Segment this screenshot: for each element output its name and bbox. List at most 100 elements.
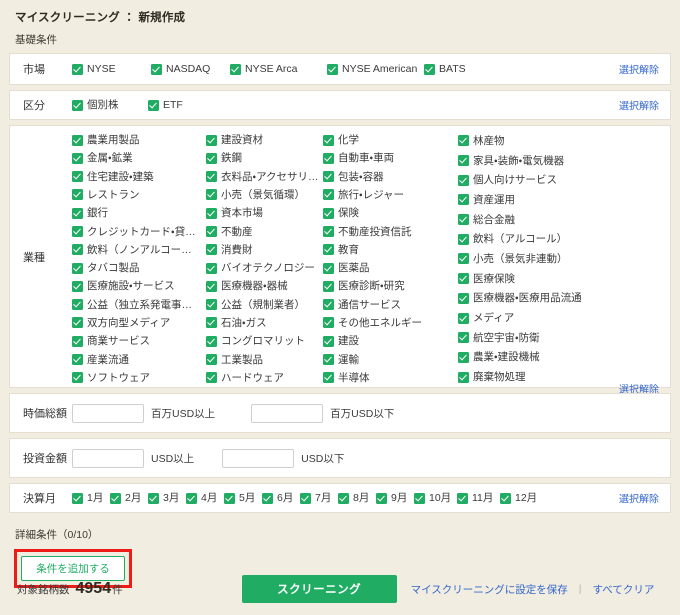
checkbox-fiscal-month-12[interactable]: 12月: [500, 492, 543, 504]
checkbox-label: 鉄鋼: [221, 152, 242, 165]
checkbox-industry[interactable]: 旅行・レジャー: [323, 186, 458, 204]
checkbox-industry[interactable]: 農業・建設機械: [458, 348, 608, 368]
checkbox-fiscal-month-3[interactable]: 3月: [148, 492, 186, 504]
checkbox-market-bats[interactable]: BATS: [424, 63, 503, 75]
checkmark-icon: [206, 134, 217, 146]
checkbox-market-nyse-american[interactable]: NYSE American: [327, 63, 424, 75]
checkbox-label: 総合金融: [473, 213, 515, 226]
checkbox-industry[interactable]: 産業流通: [72, 350, 206, 368]
checkbox-label: 不動産投資信託: [338, 225, 412, 238]
checkbox-industry[interactable]: 工業製品: [206, 350, 323, 368]
checkbox-market-nasdaq[interactable]: NASDAQ: [151, 63, 230, 75]
checkbox-fiscal-month-5[interactable]: 5月: [224, 492, 262, 504]
checkbox-industry[interactable]: 総合金融: [458, 210, 608, 230]
checkbox-industry[interactable]: 消費財: [206, 241, 323, 259]
checkbox-industry[interactable]: 半導体: [323, 369, 458, 387]
checkbox-industry[interactable]: 教育: [323, 241, 458, 259]
checkbox-industry[interactable]: 双方向型メディア: [72, 314, 206, 332]
checkbox-industry[interactable]: メディア: [458, 308, 608, 328]
checkbox-industry[interactable]: ハードウェア: [206, 369, 323, 387]
checkmark-icon: [72, 171, 83, 183]
checkbox-industry[interactable]: 医療機器・医療用品流通: [458, 289, 608, 309]
checkbox-industry[interactable]: 医薬品: [323, 259, 458, 277]
checkbox-industry[interactable]: 運輸: [323, 350, 458, 368]
market-clear-selection-link[interactable]: 選択解除: [619, 62, 659, 77]
checkbox-industry[interactable]: 商業サービス: [72, 332, 206, 350]
checkbox-industry[interactable]: 住宅建設・建築: [72, 168, 206, 186]
checkbox-industry[interactable]: 包装・容器: [323, 168, 458, 186]
checkbox-label: 農業用製品: [87, 134, 140, 147]
checkbox-label: 12月: [515, 492, 538, 504]
checkbox-industry[interactable]: 航空宇宙・防衛: [458, 328, 608, 348]
checkbox-industry[interactable]: 資本市場: [206, 204, 323, 222]
checkbox-industry[interactable]: 不動産: [206, 222, 323, 240]
category-clear-selection-link[interactable]: 選択解除: [619, 98, 659, 113]
checkbox-fiscal-month-9[interactable]: 9月: [376, 492, 414, 504]
checkbox-industry[interactable]: 鉄鋼: [206, 149, 323, 167]
checkbox-industry[interactable]: 飲料（ノンアルコール）: [72, 241, 206, 259]
checkbox-industry[interactable]: 通信サービス: [323, 296, 458, 314]
checkbox-industry[interactable]: コングロマリット: [206, 332, 323, 350]
checkbox-industry[interactable]: 建設資材: [206, 131, 323, 149]
checkbox-industry[interactable]: 自動車・車両: [323, 149, 458, 167]
checkmark-icon: [72, 262, 83, 274]
checkmark-icon: [148, 492, 159, 504]
checkbox-industry[interactable]: 農業用製品: [72, 131, 206, 149]
checkbox-category-stock[interactable]: 個別株: [72, 99, 148, 111]
checkbox-industry[interactable]: 建設: [323, 332, 458, 350]
checkbox-industry[interactable]: 公益（独立系発電事業…: [72, 296, 206, 314]
checkmark-icon: [457, 492, 468, 504]
checkbox-industry[interactable]: 医療施設・サービス: [72, 277, 206, 295]
market-cap-max-input[interactable]: [251, 403, 324, 423]
checkbox-industry[interactable]: 医療診断・研究: [323, 277, 458, 295]
industry-row-label: 業種: [23, 251, 45, 264]
checkbox-industry[interactable]: 小売（景気循環）: [206, 186, 323, 204]
checkbox-industry[interactable]: レストラン: [72, 186, 206, 204]
checkbox-fiscal-month-4[interactable]: 4月: [186, 492, 224, 504]
screening-button[interactable]: スクリーニング: [241, 575, 397, 603]
checkbox-industry[interactable]: 石油・ガス: [206, 314, 323, 332]
checkbox-fiscal-month-6[interactable]: 6月: [262, 492, 300, 504]
checkbox-industry[interactable]: 化学: [323, 131, 458, 149]
clear-all-link[interactable]: すべてクリア: [593, 582, 655, 597]
checkbox-industry[interactable]: ソフトウェア: [72, 369, 206, 387]
checkbox-label: 産業流通: [87, 353, 129, 366]
checkbox-fiscal-month-2[interactable]: 2月: [110, 492, 148, 504]
investment-min-input[interactable]: [72, 448, 144, 468]
checkbox-market-nyse-arca[interactable]: NYSE Arca: [230, 63, 327, 75]
checkbox-fiscal-month-10[interactable]: 10月: [414, 492, 457, 504]
checkbox-label: 家具・装飾・電気機器: [473, 154, 565, 167]
checkbox-industry[interactable]: その他エネルギー: [323, 314, 458, 332]
checkbox-industry[interactable]: 個人向けサービス: [458, 170, 608, 190]
checkbox-industry[interactable]: 林産物: [458, 131, 608, 151]
checkbox-fiscal-month-11[interactable]: 11月: [457, 492, 500, 504]
checkmark-icon: [72, 317, 83, 329]
checkbox-industry[interactable]: 不動産投資信託: [323, 222, 458, 240]
checkbox-industry[interactable]: タバコ製品: [72, 259, 206, 277]
checkbox-industry[interactable]: 資産運用: [458, 190, 608, 210]
checkbox-industry[interactable]: 家具・装飾・電気機器: [458, 151, 608, 171]
checkbox-industry[interactable]: 廃棄物処理: [458, 367, 608, 387]
market-cap-min-input[interactable]: [72, 403, 144, 423]
checkbox-industry[interactable]: 銀行: [72, 204, 206, 222]
checkbox-fiscal-month-7[interactable]: 7月: [300, 492, 338, 504]
checkbox-industry[interactable]: バイオテクノロジー: [206, 259, 323, 277]
checkbox-fiscal-month-8[interactable]: 8月: [338, 492, 376, 504]
investment-max-input[interactable]: [222, 448, 295, 468]
checkbox-industry[interactable]: 公益（規制業者）: [206, 296, 323, 314]
checkbox-label: 消費財: [221, 243, 253, 256]
checkbox-industry[interactable]: クレジットカード・貸…: [72, 222, 206, 240]
checkbox-industry[interactable]: 小売（景気非連動）: [458, 249, 608, 269]
checkbox-market-nyse[interactable]: NYSE: [72, 63, 151, 75]
checkbox-industry[interactable]: 医療機器・器械: [206, 277, 323, 295]
fiscal-month-clear-selection-link[interactable]: 選択解除: [619, 491, 659, 506]
save-to-my-screening-link[interactable]: マイスクリーニングに設定を保存: [411, 582, 568, 597]
checkbox-label: 6月: [277, 492, 294, 504]
checkbox-fiscal-month-1[interactable]: 1月: [72, 492, 110, 504]
checkbox-industry[interactable]: 飲料（アルコール）: [458, 229, 608, 249]
checkbox-industry[interactable]: 衣料品・アクセサリー…: [206, 168, 323, 186]
checkbox-category-etf[interactable]: ETF: [148, 99, 224, 111]
checkbox-industry[interactable]: 医療保険: [458, 269, 608, 289]
checkbox-industry[interactable]: 保険: [323, 204, 458, 222]
checkbox-industry[interactable]: 金属・鉱業: [72, 149, 206, 167]
